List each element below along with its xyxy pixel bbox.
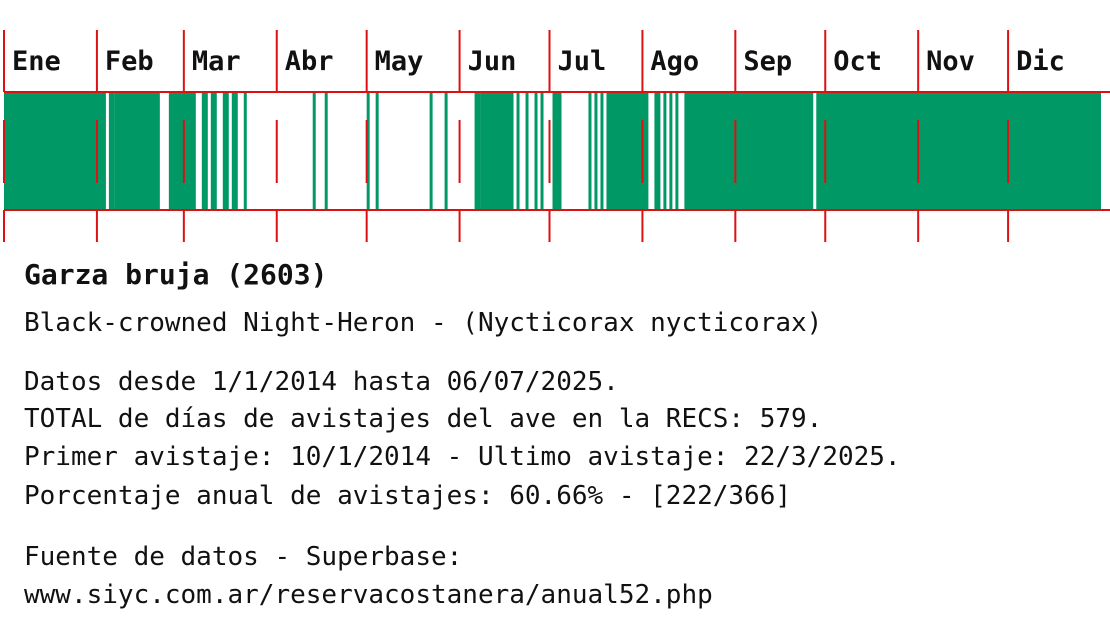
presence-bars bbox=[4, 92, 1101, 210]
first-last-sighting: Primer avistaje: 10/1/2014 - Ultimo avis… bbox=[24, 442, 901, 472]
presence-bar-6 bbox=[222, 92, 229, 210]
presence-bar-16 bbox=[480, 92, 514, 210]
data-range: Datos desde 1/1/2014 hasta 06/07/2025. bbox=[24, 367, 619, 397]
month-label-feb: Feb bbox=[105, 46, 154, 77]
annual-percentage: Porcentaje anual de avistajes: 60.66% - … bbox=[24, 481, 792, 511]
presence-bar-27 bbox=[663, 92, 667, 210]
presence-bar-23 bbox=[594, 92, 598, 210]
month-label-mar: Mar bbox=[192, 46, 241, 77]
species-english-scientific: Black-crowned Night-Heron - (Nycticorax … bbox=[24, 308, 823, 338]
presence-bar-2 bbox=[114, 92, 160, 210]
month-label-nov: Nov bbox=[926, 46, 975, 77]
presence-bar-18 bbox=[525, 92, 529, 210]
presence-bar-3 bbox=[168, 92, 196, 210]
presence-bar-1 bbox=[108, 92, 115, 210]
source-label: Fuente de datos - Superbase: bbox=[24, 542, 463, 572]
presence-bar-14 bbox=[444, 92, 448, 210]
presence-bar-29 bbox=[675, 92, 679, 210]
presence-bar-4 bbox=[201, 92, 208, 210]
presence-bar-7 bbox=[231, 92, 238, 210]
month-label-oct: Oct bbox=[833, 46, 882, 77]
presence-bar-30 bbox=[684, 92, 814, 210]
month-label-ago: Ago bbox=[650, 46, 699, 77]
presence-bar-26 bbox=[654, 92, 661, 210]
species-common-name: Garza bruja (2603) bbox=[24, 258, 328, 291]
presence-bar-21 bbox=[552, 92, 562, 210]
month-label-abr: Abr bbox=[285, 46, 334, 77]
presence-bar-13 bbox=[429, 92, 433, 210]
presence-bar-10 bbox=[324, 92, 328, 210]
month-label-sep: Sep bbox=[743, 46, 792, 77]
presence-bar-9 bbox=[312, 92, 316, 210]
presence-bar-31 bbox=[816, 92, 1101, 210]
presence-bar-12 bbox=[375, 92, 379, 210]
month-label-dic: Dic bbox=[1016, 46, 1065, 77]
month-labels: Ene Feb Mar Abr May Jun Jul Ago Sep Oct Nov Dic bbox=[12, 46, 1065, 77]
month-label-jun: Jun bbox=[468, 46, 517, 77]
presence-bar-5 bbox=[210, 92, 217, 210]
source-url[interactable]: www.siyc.com.ar/reservacostanera/anual52… bbox=[24, 576, 713, 614]
annual-sightings-chart: Ene Feb Mar Abr May Jun Jul Ago Sep Oct Nov Dic bbox=[3, 30, 1110, 242]
presence-bar-8 bbox=[243, 92, 247, 210]
total-days: TOTAL de días de avistajes del ave en la… bbox=[24, 404, 823, 434]
presence-bar-22 bbox=[588, 92, 592, 210]
presence-bar-17 bbox=[516, 92, 520, 210]
presence-bar-0 bbox=[4, 92, 106, 210]
month-label-ene: Ene bbox=[12, 46, 61, 77]
presence-bar-28 bbox=[669, 92, 673, 210]
presence-bar-24 bbox=[600, 92, 604, 210]
presence-bar-20 bbox=[540, 92, 544, 210]
presence-bar-19 bbox=[534, 92, 538, 210]
presence-bar-15 bbox=[474, 92, 481, 210]
month-label-may: May bbox=[375, 46, 424, 77]
month-label-jul: Jul bbox=[558, 46, 607, 77]
